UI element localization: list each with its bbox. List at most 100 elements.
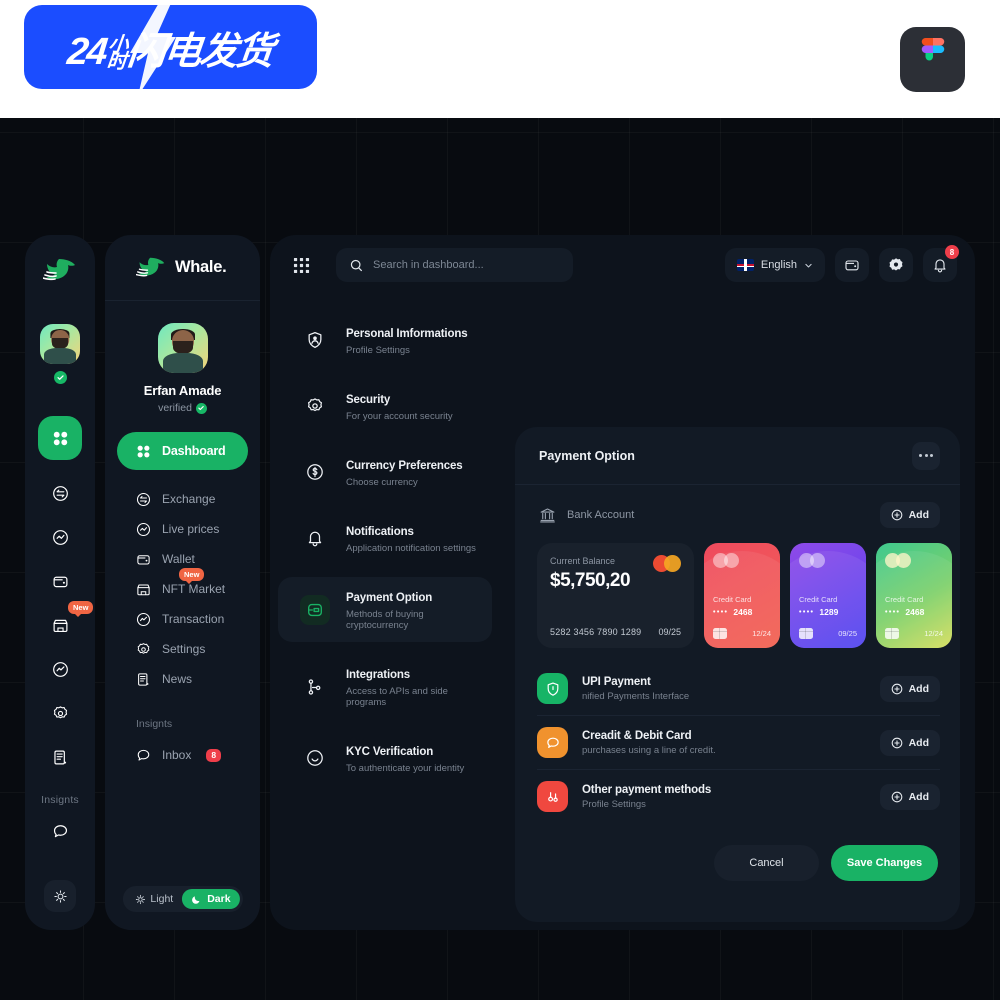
sidebar-item-transaction[interactable]: Transaction <box>105 604 260 634</box>
chat-bubble-icon <box>137 749 150 761</box>
nft-market-icon <box>137 583 150 595</box>
sidebar-item-exchange[interactable] <box>38 482 82 504</box>
bank-account-row: Bank Account Add <box>515 485 960 528</box>
sidebar-item-live-prices[interactable] <box>38 526 82 548</box>
add-other-method-button[interactable]: Add <box>879 783 940 810</box>
theme-option-dark[interactable]: Dark <box>182 889 240 909</box>
avatar-body <box>162 353 203 373</box>
live-prices-icon <box>52 529 68 545</box>
sidebar-item-inbox[interactable] <box>38 820 82 842</box>
check-circle-icon <box>195 402 207 414</box>
search-input[interactable]: Search in dashboard... <box>336 248 573 282</box>
add-credit-debit-button[interactable]: Add <box>879 729 940 756</box>
balance-card[interactable]: Current Balance $5,750,20 5282 3456 7890… <box>537 543 694 648</box>
apps-grid-icon[interactable] <box>288 252 314 278</box>
settings-item-personal-informations[interactable]: Personal Imformations Profile Settings <box>278 313 492 367</box>
whale-logo-icon[interactable] <box>42 257 77 288</box>
credit-card-number: •••• 2468 <box>885 607 924 617</box>
cancel-button[interactable]: Cancel <box>714 845 819 881</box>
settings-item-integrations[interactable]: Integrations Access to APIs and side pro… <box>278 654 492 719</box>
settings-item-currency-preferences[interactable]: Currency Preferences Choose currency <box>278 445 492 499</box>
ellipsis-icon[interactable] <box>912 441 940 470</box>
payment-option-card: Payment Option Bank Account Add Current … <box>515 427 960 922</box>
payment-method-row-other[interactable]: Other payment methods Profile Settings A… <box>537 770 940 823</box>
balance-amount: $5,750,20 <box>550 570 631 591</box>
settings-item-subtitle: Choose currency <box>346 477 418 488</box>
settings-item-security[interactable]: Security For your account security <box>278 379 492 433</box>
settings-button[interactable] <box>879 248 913 282</box>
sidebar-section-label: Insignts <box>136 718 173 730</box>
sidebar-item-wallet[interactable] <box>38 570 82 592</box>
language-selector[interactable]: English <box>724 248 825 282</box>
language-label: English <box>760 259 797 271</box>
sidebar-item-news[interactable] <box>38 746 82 768</box>
credit-card-green[interactable]: Credit Card •••• 2468 12/24 <box>876 543 952 648</box>
credit-card-purple[interactable]: Credit Card •••• 1289 09/25 <box>790 543 866 648</box>
sidebar-item-live-prices[interactable]: Live prices <box>105 514 260 544</box>
settings-item-payment-option[interactable]: Payment Option Methods of buying cryptoc… <box>278 577 492 642</box>
sidebar-item-settings[interactable] <box>38 702 82 724</box>
sidebar-item-transaction[interactable] <box>38 658 82 680</box>
bell-icon <box>934 259 946 273</box>
credit-card-red[interactable]: Credit Card •••• 2468 12/24 <box>704 543 780 648</box>
payment-method-subtitle: nified Payments Interface <box>582 690 690 702</box>
search-placeholder: Search in dashboard... <box>373 259 484 271</box>
add-bank-account-button[interactable]: Add <box>879 502 940 528</box>
add-button-label: Add <box>908 790 929 803</box>
settings-item-text: Notifications Application notification s… <box>346 522 476 554</box>
payment-method-row-credit-debit[interactable]: Creadit & Debit Card purchases using a l… <box>537 716 940 770</box>
settings-item-title: Notifications <box>346 526 414 538</box>
live-prices-icon <box>136 522 151 536</box>
sidebar-item-label: News <box>162 672 193 686</box>
smiley-face-icon <box>300 743 330 773</box>
avatar[interactable] <box>40 324 80 384</box>
wallet-button[interactable] <box>835 248 869 282</box>
sidebar-item-nft-market[interactable]: NFT Market New <box>105 568 260 604</box>
settings-item-subtitle: To authenticate your identity <box>346 763 465 774</box>
settings-item-title: Payment Option <box>346 592 433 604</box>
sidebar-item-label: Transaction <box>162 612 225 626</box>
settings-item-kyc-verification[interactable]: KYC Verification To authenticate your id… <box>278 731 492 785</box>
settings-item-notifications[interactable]: Notifications Application notification s… <box>278 511 492 565</box>
sidebar-brand-header[interactable]: Whale. <box>105 235 260 301</box>
promo-badge: 24 小时闪电发货 <box>24 5 317 89</box>
payment-method-title: Other payment methods <box>582 783 712 796</box>
dollar-circle-icon <box>300 457 330 487</box>
sidebar-nav-list: Exchange Live prices Wallet NFT Market N… <box>105 484 260 694</box>
sidebar-item-settings[interactable]: Settings <box>105 634 260 664</box>
chat-bubble-icon <box>537 727 568 758</box>
theme-option-light-label: Light <box>150 893 174 905</box>
sidebar-item-exchange[interactable]: Exchange <box>105 484 260 514</box>
sidebar-item-label: Exchange <box>162 492 216 506</box>
payment-method-row-upi[interactable]: UPI Payment nified Payments Interface Ad… <box>537 662 940 716</box>
theme-toggle[interactable]: Light Dark <box>122 886 243 912</box>
theme-option-light[interactable]: Light <box>125 889 182 909</box>
sidebar-item-dashboard[interactable]: Dashboard <box>117 432 248 470</box>
settings-item-subtitle: Access to APIs and side programs <box>346 686 448 708</box>
mastercard-icon <box>713 553 739 568</box>
settings-item-subtitle: Methods of buying cryptocurrency <box>346 609 424 631</box>
sidebar-item-inbox[interactable]: Inbox 8 <box>105 740 260 770</box>
exchange-icon <box>136 492 151 506</box>
topbar-actions: English 8 <box>724 245 959 282</box>
plus-circle-icon <box>891 737 902 748</box>
credit-card-number: •••• 2468 <box>713 607 752 617</box>
settings-item-title: KYC Verification <box>346 746 434 758</box>
theme-toggle-button[interactable] <box>44 880 76 912</box>
credit-card-expiry: 12/24 <box>752 629 771 638</box>
integrations-node-icon <box>300 672 330 702</box>
sidebar-item-nft-market[interactable]: New <box>38 601 94 636</box>
sidebar-profile[interactable]: Erfan Amade verified <box>105 301 260 414</box>
payment-method-text: UPI Payment nified Payments Interface <box>582 676 689 702</box>
save-changes-button[interactable]: Save Changes <box>831 845 938 881</box>
bank-building-icon <box>540 507 555 523</box>
payment-method-title: Creadit & Debit Card <box>582 729 692 742</box>
avatar[interactable] <box>157 323 208 373</box>
notifications-button[interactable]: 8 <box>923 245 959 282</box>
check-circle-icon <box>53 371 67 384</box>
sidebar-item-dashboard[interactable] <box>38 416 82 460</box>
add-upi-button[interactable]: Add <box>879 675 940 702</box>
transaction-icon <box>52 661 68 677</box>
sidebar-item-news[interactable]: News <box>105 664 260 694</box>
uk-flag-icon <box>736 259 754 271</box>
